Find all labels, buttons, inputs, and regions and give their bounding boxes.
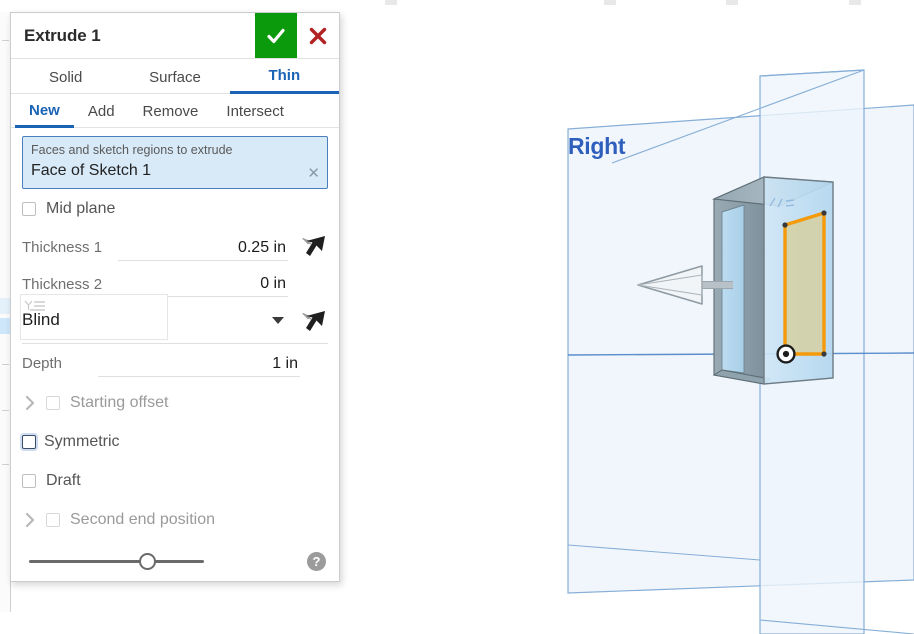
origin-point[interactable] xyxy=(776,344,796,364)
symmetric-label: Symmetric xyxy=(44,432,120,450)
toolbar-crumb xyxy=(726,0,738,5)
flip-arrow-icon xyxy=(302,235,325,256)
toolbar-crumb xyxy=(604,0,616,5)
flip-arrow-icon xyxy=(302,311,325,331)
symmetric-row[interactable]: Symmetric xyxy=(22,422,328,461)
dialog-header-buttons xyxy=(255,13,339,58)
draft-row[interactable]: Draft xyxy=(22,461,328,500)
plane-label-right: Right xyxy=(568,133,626,159)
draft-label: Draft xyxy=(46,471,81,489)
app-root: Right Extrude 1 Solid Surface Thin New A… xyxy=(0,0,914,634)
chevron-right-icon xyxy=(25,395,35,410)
tab-surface[interactable]: Surface xyxy=(120,60,229,94)
depth-label: Depth xyxy=(22,355,63,372)
accept-button[interactable] xyxy=(255,13,297,58)
close-x-icon xyxy=(309,27,327,44)
flip-thickness-direction-icon[interactable] xyxy=(298,235,328,261)
draft-checkbox[interactable] xyxy=(22,473,36,488)
checkmark-icon xyxy=(267,28,285,43)
question-mark-icon: ? xyxy=(307,552,326,571)
depth-row[interactable]: Depth 1 in xyxy=(22,344,328,383)
tree-tick xyxy=(2,410,9,411)
thickness-1-label: Thickness 1 xyxy=(22,239,103,256)
extrude-type-tabs: Solid Surface Thin xyxy=(11,59,339,94)
thickness-1-row[interactable]: Thickness 1 0.25 in xyxy=(22,228,328,267)
starting-offset-label: Starting offset xyxy=(70,393,169,411)
tab-new[interactable]: New xyxy=(15,95,74,128)
end-condition-row[interactable]: Blind xyxy=(20,294,328,344)
toolbar-crumb xyxy=(385,0,397,5)
chevron-down-icon[interactable] xyxy=(272,317,284,324)
selection-value: Face of Sketch 1 xyxy=(31,162,152,179)
second-end-position-row[interactable]: Second end position xyxy=(22,500,328,539)
tab-intersect[interactable]: Intersect xyxy=(212,95,298,128)
starting-offset-row[interactable]: Starting offset xyxy=(22,383,328,422)
opacity-slider-track[interactable] xyxy=(29,560,204,563)
depth-value[interactable]: 1 in xyxy=(272,355,298,373)
svg-text:?: ? xyxy=(313,554,321,569)
mid-plane-label: Mid plane xyxy=(46,199,116,217)
second-end-position-label: Second end position xyxy=(70,510,215,528)
second-end-position-checkbox[interactable] xyxy=(46,512,60,527)
mid-plane-checkbox[interactable] xyxy=(22,201,36,216)
expand-chevron-icon-2[interactable] xyxy=(22,512,38,528)
tree-tick xyxy=(2,40,9,41)
chevron-right-icon xyxy=(25,512,35,527)
flip-extrude-direction-icon[interactable] xyxy=(298,310,328,336)
dialog-footer: ? xyxy=(11,539,339,581)
selection-prompt: Faces and sketch regions to extrude xyxy=(31,143,233,157)
starting-offset-checkbox[interactable] xyxy=(46,395,60,410)
toolbar-crumb xyxy=(849,0,861,5)
tree-tick xyxy=(2,364,9,365)
end-condition-value[interactable]: Blind xyxy=(22,310,60,330)
tab-add[interactable]: Add xyxy=(74,95,129,128)
thickness-1-value[interactable]: 0.25 in xyxy=(238,239,286,257)
expand-chevron-icon[interactable] xyxy=(22,395,38,411)
mid-plane-row[interactable]: Mid plane xyxy=(22,189,328,228)
selection-field[interactable]: Faces and sketch regions to extrude Face… xyxy=(22,136,328,189)
tab-remove[interactable]: Remove xyxy=(129,95,213,128)
thickness-2-value[interactable]: 0 in xyxy=(260,275,286,293)
clear-selection-icon[interactable]: ✕ xyxy=(307,166,320,181)
tab-thin[interactable]: Thin xyxy=(229,60,339,94)
tree-row-selected[interactable] xyxy=(0,318,10,334)
extrude-dialog: Extrude 1 Solid Surface Thin New Add Rem… xyxy=(10,12,340,582)
tab-solid[interactable]: Solid xyxy=(11,60,120,94)
help-icon[interactable]: ? xyxy=(307,552,326,571)
tree-row[interactable] xyxy=(0,298,10,314)
cancel-button[interactable] xyxy=(297,13,339,58)
boolean-operation-tabs: New Add Remove Intersect xyxy=(11,94,339,128)
tree-tick xyxy=(2,464,9,465)
thickness-2-label: Thickness 2 xyxy=(22,275,103,293)
dialog-body: Faces and sketch regions to extrude Face… xyxy=(11,128,339,539)
symmetric-checkbox[interactable] xyxy=(22,434,36,449)
dialog-header: Extrude 1 xyxy=(11,13,339,59)
opacity-slider-knob[interactable] xyxy=(139,553,156,570)
selected-sketch-region[interactable] xyxy=(782,210,827,357)
dialog-title: Extrude 1 xyxy=(24,25,101,45)
